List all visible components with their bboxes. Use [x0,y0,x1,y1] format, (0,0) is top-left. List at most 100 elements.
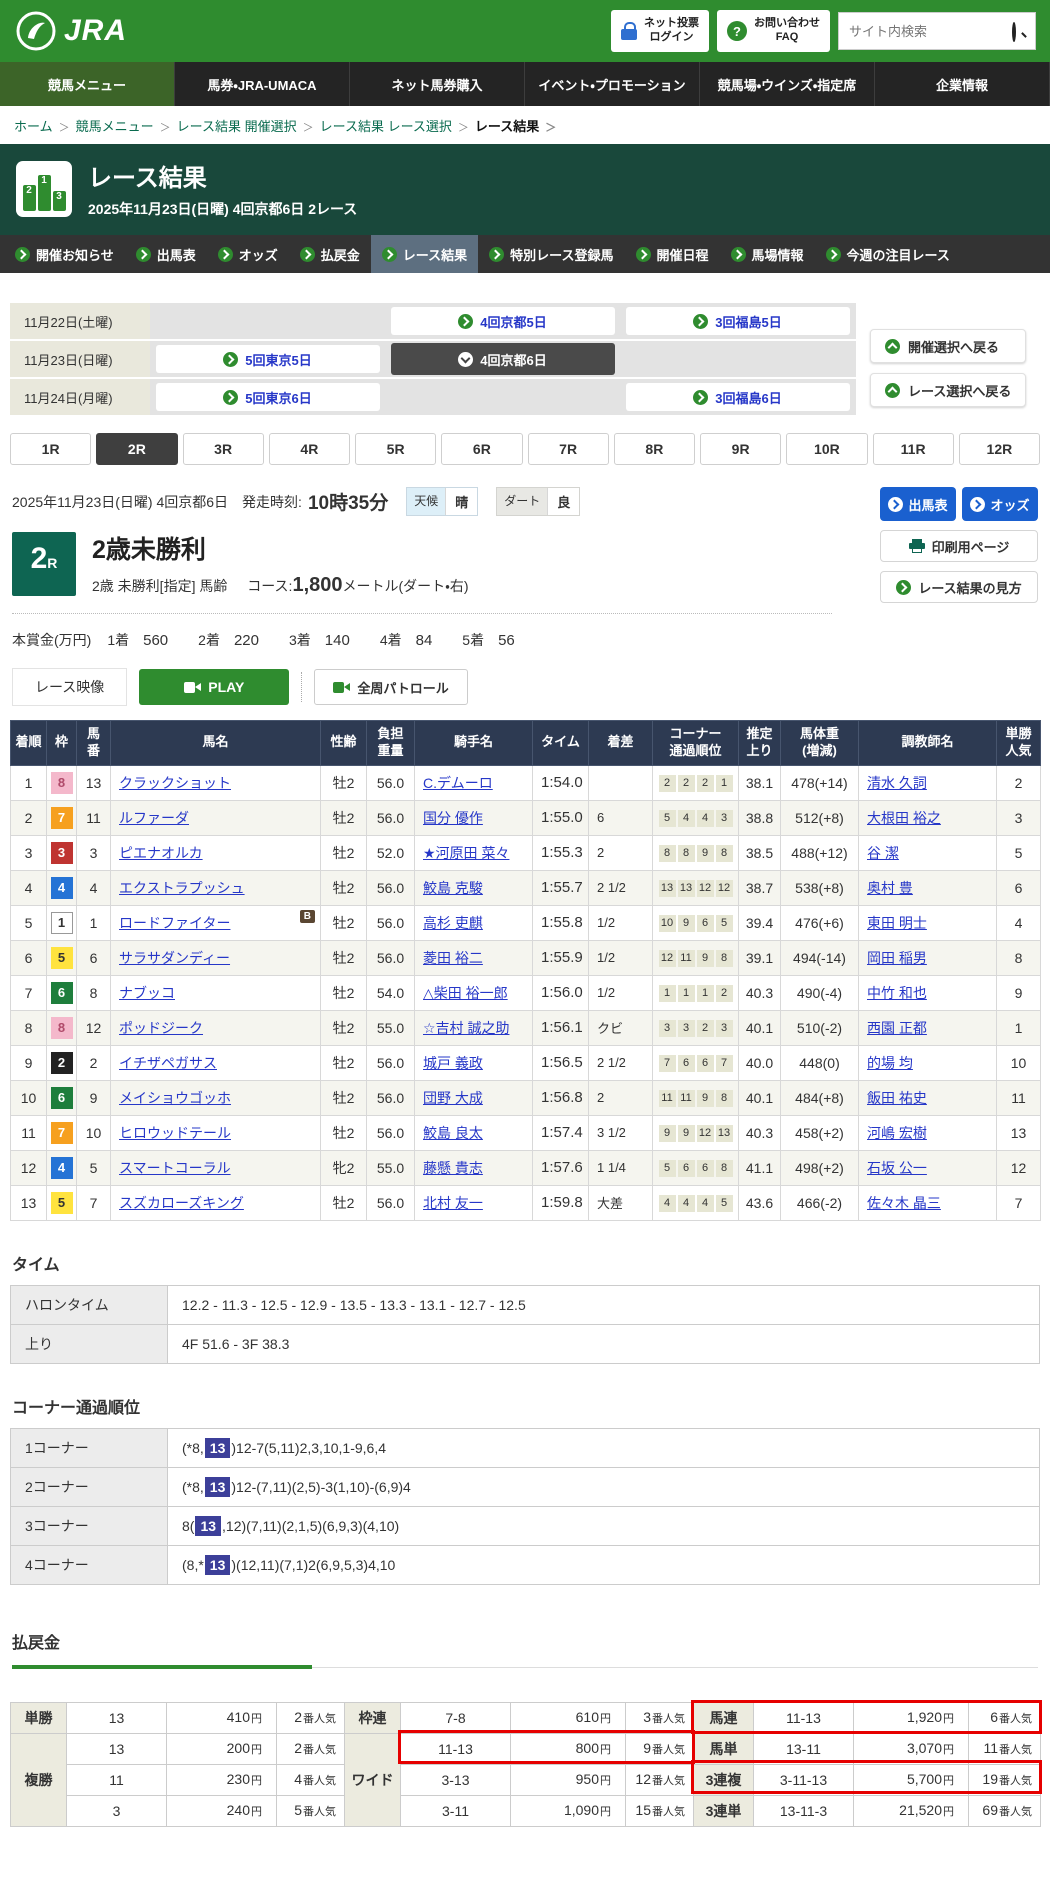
section-nav-item[interactable]: 出馬表 [125,235,207,273]
corner-pos: 8 [716,1090,733,1107]
net-voting-login-button[interactable]: ネット投票 ログイン [611,10,709,52]
jockey-link[interactable]: 鮫島 克駿 [423,880,483,896]
horse-name-link[interactable]: ヒロウッドテール [119,1125,231,1141]
race-tab[interactable]: 9R [700,433,781,465]
corner-pos: 8 [716,845,733,862]
section-nav-item[interactable]: レース結果 [371,235,478,273]
section-nav-item[interactable]: 馬場情報 [720,235,815,273]
race-tab[interactable]: 12R [959,433,1040,465]
race-date-line: 2025年11月23日(日曜) 4回京都6日 [12,492,228,512]
trainer-link[interactable]: 東田 明士 [867,915,927,931]
main-nav-item[interactable]: 企業情報 [875,62,1050,106]
shutsuba-button[interactable]: 出馬表 [880,487,956,521]
horse-name-link[interactable]: エクストラプッシュ [119,880,245,896]
horse-name-link[interactable]: ポッドジーク [119,1020,203,1036]
trainer-link[interactable]: 中竹 和也 [867,985,927,1001]
jockey-link[interactable]: ★河原田 菜々 [423,845,509,861]
main-nav-item[interactable]: 馬券・JRA-UMACA [175,62,350,106]
race-tab[interactable]: 10R [786,433,867,465]
trainer-link[interactable]: 西園 正都 [867,1020,927,1036]
horse-name-link[interactable]: メイショウゴッホ [119,1090,231,1106]
login-line1: ネット投票 [644,17,699,29]
time-row: ハロンタイム 12.2 - 11.3 - 12.5 - 12.9 - 13.5 … [11,1285,1040,1324]
trainer-link[interactable]: 奥村 豊 [867,880,913,896]
race-tab[interactable]: 1R [10,433,91,465]
horse-name-link[interactable]: スマートコーラル [119,1160,231,1176]
section-nav-item[interactable]: 払戻金 [289,235,371,273]
trainer-cell: 東田 明士 [859,905,997,940]
meeting-button-fukushima5[interactable]: 3回福島5日 [626,307,850,335]
jockey-link[interactable]: 国分 優作 [423,810,483,826]
margin [589,765,653,800]
play-button[interactable]: PLAY [139,669,289,705]
trainer-link[interactable]: 大根田 裕之 [867,810,941,826]
jockey-link[interactable]: 高杉 吏麒 [423,915,483,931]
meeting-button-kyoto6-selected[interactable]: 4回京都6日 [391,343,615,375]
jockey-link[interactable]: △柴田 裕一郎 [423,985,508,1001]
jockey-link[interactable]: 鮫島 良太 [423,1125,483,1141]
breadcrumb-item[interactable]: レース結果 開催選択 [177,116,314,135]
race-tab[interactable]: 11R [873,433,954,465]
trainer-link[interactable]: 飯田 祐史 [867,1090,927,1106]
section-nav-item[interactable]: 今週の注目レース [815,235,961,273]
jockey-link[interactable]: 団野 大成 [423,1090,483,1106]
meeting-button-tokyo6[interactable]: 5回東京6日 [156,383,380,411]
horse-name-link[interactable]: サラサダンディー [119,950,230,966]
main-nav-item[interactable]: 競馬メニュー [0,62,175,106]
section-nav-item[interactable]: 開催お知らせ [4,235,125,273]
race-tab[interactable]: 5R [355,433,436,465]
jockey-link[interactable]: 北村 友一 [423,1195,483,1211]
corner-pos: 13 [659,880,676,897]
section-nav-item[interactable]: 開催日程 [625,235,720,273]
horse-name-link[interactable]: ルファーダ [119,810,189,826]
breadcrumb-item[interactable]: レース結果 レース選択 [320,116,469,135]
payout-row-2: 複勝 13 200円 2番人気 ワイド 11-13 800円 9番人気 馬単 1… [11,1733,1041,1764]
jockey-cell: 北村 友一 [415,1185,533,1220]
main-nav-item[interactable]: イベント・プロモーション [525,62,700,106]
meeting-button-fukushima6[interactable]: 3回福島6日 [626,383,850,411]
race-tab[interactable]: 7R [528,433,609,465]
jockey-link[interactable]: ☆吉村 誠之助 [423,1020,509,1036]
faq-button[interactable]: ? お問い合わせ FAQ [717,10,830,52]
horse-name-link[interactable]: ナブッコ [119,985,175,1001]
race-tab[interactable]: 2R [96,433,177,465]
how-to-read-button[interactable]: レース結果の見方 [880,571,1038,603]
search-icon[interactable] [1012,24,1027,39]
jra-logo[interactable]: JRA [14,9,127,53]
odds-button[interactable]: オッズ [962,487,1038,521]
main-nav-item[interactable]: ネット馬券購入 [350,62,525,106]
jockey-link[interactable]: 城戸 義政 [423,1055,483,1071]
meeting-button-tokyo5[interactable]: 5回東京5日 [156,345,380,373]
search-input[interactable] [847,23,1012,40]
trainer-link[interactable]: 佐々木 晶三 [867,1195,941,1211]
trainer-link[interactable]: 河嶋 宏樹 [867,1125,927,1141]
breadcrumb-item[interactable]: ホーム [14,116,70,135]
horse-name-link[interactable]: イチザペガサス [119,1055,217,1071]
race-tab[interactable]: 3R [183,433,264,465]
breadcrumb-item[interactable]: レース結果 [475,116,556,135]
trainer-link[interactable]: 石坂 公一 [867,1160,927,1176]
race-tab[interactable]: 4R [269,433,350,465]
meeting-button-kyoto5[interactable]: 4回京都5日 [391,307,615,335]
back-to-meeting-select-button[interactable]: 開催選択へ戻る [870,329,1026,363]
race-tab[interactable]: 6R [441,433,522,465]
jockey-link[interactable]: 菱田 裕二 [423,950,483,966]
print-page-button[interactable]: 印刷用ページ [880,530,1038,562]
horse-name-link[interactable]: スズカローズキング [119,1195,244,1211]
horse-name-link[interactable]: クラックショット [119,775,231,791]
trainer-link[interactable]: 清水 久詞 [867,775,927,791]
jockey-link[interactable]: 藤懸 貴志 [423,1160,483,1176]
jockey-link[interactable]: C.デムーロ [423,775,493,791]
trainer-link[interactable]: 的場 均 [867,1055,913,1071]
breadcrumb-item[interactable]: 競馬メニュー [76,116,171,135]
horse-name-link[interactable]: ロードファイター [119,915,230,931]
section-nav-item[interactable]: オッズ [207,235,289,273]
back-to-race-select-button[interactable]: レース選択へ戻る [870,373,1026,407]
section-nav-item[interactable]: 特別レース登録馬 [478,235,624,273]
main-nav-item[interactable]: 競馬場・ウインズ・指定席 [700,62,875,106]
trainer-link[interactable]: 岡田 稲男 [867,950,927,966]
trainer-link[interactable]: 谷 潔 [867,845,899,861]
patrol-video-button[interactable]: 全周パトロール [314,669,467,705]
race-tab[interactable]: 8R [614,433,695,465]
horse-name-link[interactable]: ピエナオルカ [119,845,203,861]
